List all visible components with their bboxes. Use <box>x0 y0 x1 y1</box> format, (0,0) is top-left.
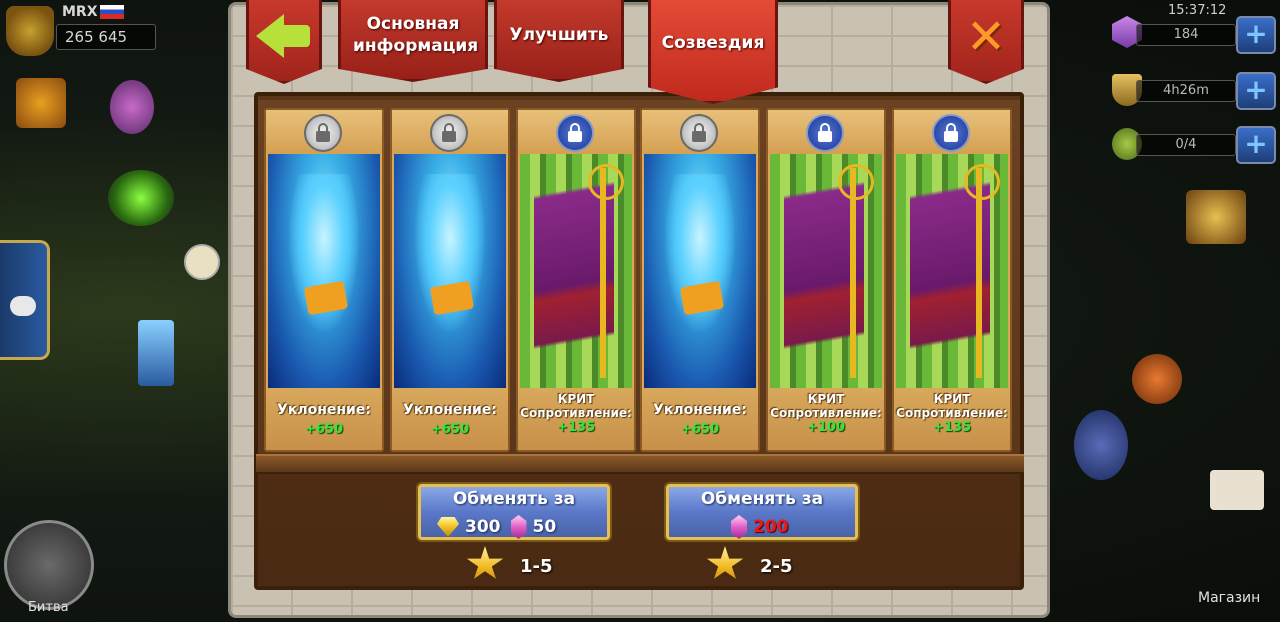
stat-name: КРИТ Сопротивление: <box>896 392 1008 420</box>
might-counter: 265 645 <box>56 24 156 50</box>
crystal-tower-icon <box>138 320 174 386</box>
shelf-divider <box>256 454 1024 474</box>
cauldron-icon[interactable] <box>108 170 174 226</box>
exchange-cost-row: 300 50 <box>437 515 566 539</box>
pink-gem-icon <box>510 515 527 539</box>
clock: 15:37:12 <box>1168 3 1227 18</box>
exchange-button-2[interactable]: Обменять за 200 <box>666 484 858 540</box>
lock-icon[interactable] <box>430 114 468 152</box>
russia-flag-icon <box>100 5 124 19</box>
add-shield-button[interactable]: + <box>1236 72 1276 110</box>
water-spirit-figure <box>414 174 486 334</box>
star-range: 2-5 <box>760 556 793 577</box>
lock-icon[interactable] <box>304 114 342 152</box>
battle-label: Битва <box>28 600 69 615</box>
wizard-icon[interactable] <box>110 80 154 134</box>
guild-crest-icon[interactable] <box>6 6 54 56</box>
card-header <box>642 110 758 154</box>
stat-name: КРИТ Сопротивление: <box>520 392 632 420</box>
anubis-art: 5 <box>520 154 632 388</box>
water-spirit-art: 5 <box>268 154 380 388</box>
tab-constellations[interactable]: Созвездия <box>648 0 778 104</box>
tab-upgrade-label: Улучшить <box>509 24 609 45</box>
water-spirit-art: 5 <box>644 154 756 388</box>
tab-info-label: Основная информация <box>353 13 479 56</box>
shield-timer: 4h26m <box>1136 80 1236 102</box>
treasure-chest-icon[interactable] <box>16 78 66 128</box>
player-name: MRX <box>62 4 98 20</box>
stat-value: +650 <box>430 422 470 437</box>
constellation-card[interactable]: 4КРИТ Сопротивление:+100 <box>766 108 886 452</box>
building-icon <box>1132 354 1182 404</box>
battle-button[interactable] <box>4 520 94 610</box>
lock-icon[interactable] <box>932 114 970 152</box>
stat-name: Уклонение: <box>277 402 371 418</box>
tower-icon <box>1074 410 1128 480</box>
constellation-card[interactable]: 5КРИТ Сопротивление:+135 <box>516 108 636 452</box>
stat-name: Уклонение: <box>653 402 747 418</box>
goblin-counter: 0/4 <box>1136 134 1236 156</box>
exchange-label: Обменять за <box>452 489 576 509</box>
constellation-card[interactable]: 5 Уклонение: +650 <box>264 108 384 452</box>
card-footer: КРИТ Сопротивление: +135 <box>894 388 1010 450</box>
lock-icon[interactable] <box>680 114 718 152</box>
stat-value: +135 <box>932 420 972 435</box>
shop-label: Магазин <box>1198 590 1261 606</box>
add-gems-button[interactable]: + <box>1236 16 1276 54</box>
exchange-button-1[interactable]: Обменять за 300 50 <box>418 484 610 540</box>
anubis-art: 5 <box>896 154 1008 388</box>
gem-cost: 50 <box>532 517 557 537</box>
card-header <box>266 110 382 154</box>
anubis-art: 4 <box>770 154 882 388</box>
stat-name: Уклонение: <box>403 402 497 418</box>
staff-icon <box>588 164 624 378</box>
water-spirit-figure <box>664 174 736 334</box>
star-range: 1-5 <box>520 556 553 577</box>
water-spirit-art: 5 <box>394 154 506 388</box>
card-header <box>518 110 634 154</box>
hud-left: MRX 265 645 Битва <box>0 0 230 622</box>
water-spirit-figure <box>288 174 360 334</box>
close-icon: ✕ <box>965 8 1007 65</box>
tab-upgrade[interactable]: Улучшить <box>494 0 624 82</box>
chat-icon <box>10 296 36 316</box>
constellation-card[interactable]: 5 Уклонение: +650 <box>640 108 760 452</box>
gold-cost: 300 <box>465 517 501 537</box>
staff-icon <box>964 164 1000 378</box>
card-header <box>392 110 508 154</box>
card-footer: Уклонение: +650 <box>266 388 382 450</box>
add-goblin-button[interactable]: + <box>1236 126 1276 164</box>
exchange-cost-row: 200 <box>731 515 799 539</box>
tab-constellations-label: Созвездия <box>661 32 765 53</box>
card-header <box>894 110 1010 154</box>
card-header <box>768 110 884 154</box>
gem-cost: 200 <box>753 517 789 537</box>
constellation-card[interactable]: 5КРИТ Сопротивление:+135 <box>892 108 1012 452</box>
pink-gem-icon <box>731 515 747 539</box>
mail-icon[interactable] <box>1210 470 1264 510</box>
stat-value: +100 <box>806 420 846 435</box>
close-button[interactable]: ✕ <box>948 0 1024 84</box>
card-footer: КРИТ Сопротивление: +100 <box>768 388 884 450</box>
alert-icon[interactable] <box>184 244 220 280</box>
back-arrow-icon <box>256 14 284 58</box>
constellation-card[interactable]: 5 Уклонение: +650 <box>390 108 510 452</box>
stat-value: +650 <box>680 422 720 437</box>
exchange-label: Обменять за <box>700 489 824 509</box>
back-arrow-tail <box>282 25 310 47</box>
chest-icon[interactable] <box>1186 190 1246 244</box>
stat-value: +650 <box>304 422 344 437</box>
stat-name: КРИТ Сопротивление: <box>770 392 882 420</box>
card-footer: КРИТ Сопротивление: +135 <box>518 388 634 450</box>
tab-info[interactable]: Основная информация <box>338 0 488 82</box>
staff-icon <box>838 164 874 378</box>
gold-gem-icon <box>437 517 459 537</box>
lock-icon[interactable] <box>806 114 844 152</box>
lock-icon[interactable] <box>556 114 594 152</box>
card-footer: Уклонение: +650 <box>392 388 508 450</box>
gem-counter: 184 <box>1136 24 1236 46</box>
stat-value: +135 <box>556 420 596 435</box>
card-footer: Уклонение: +650 <box>642 388 758 450</box>
